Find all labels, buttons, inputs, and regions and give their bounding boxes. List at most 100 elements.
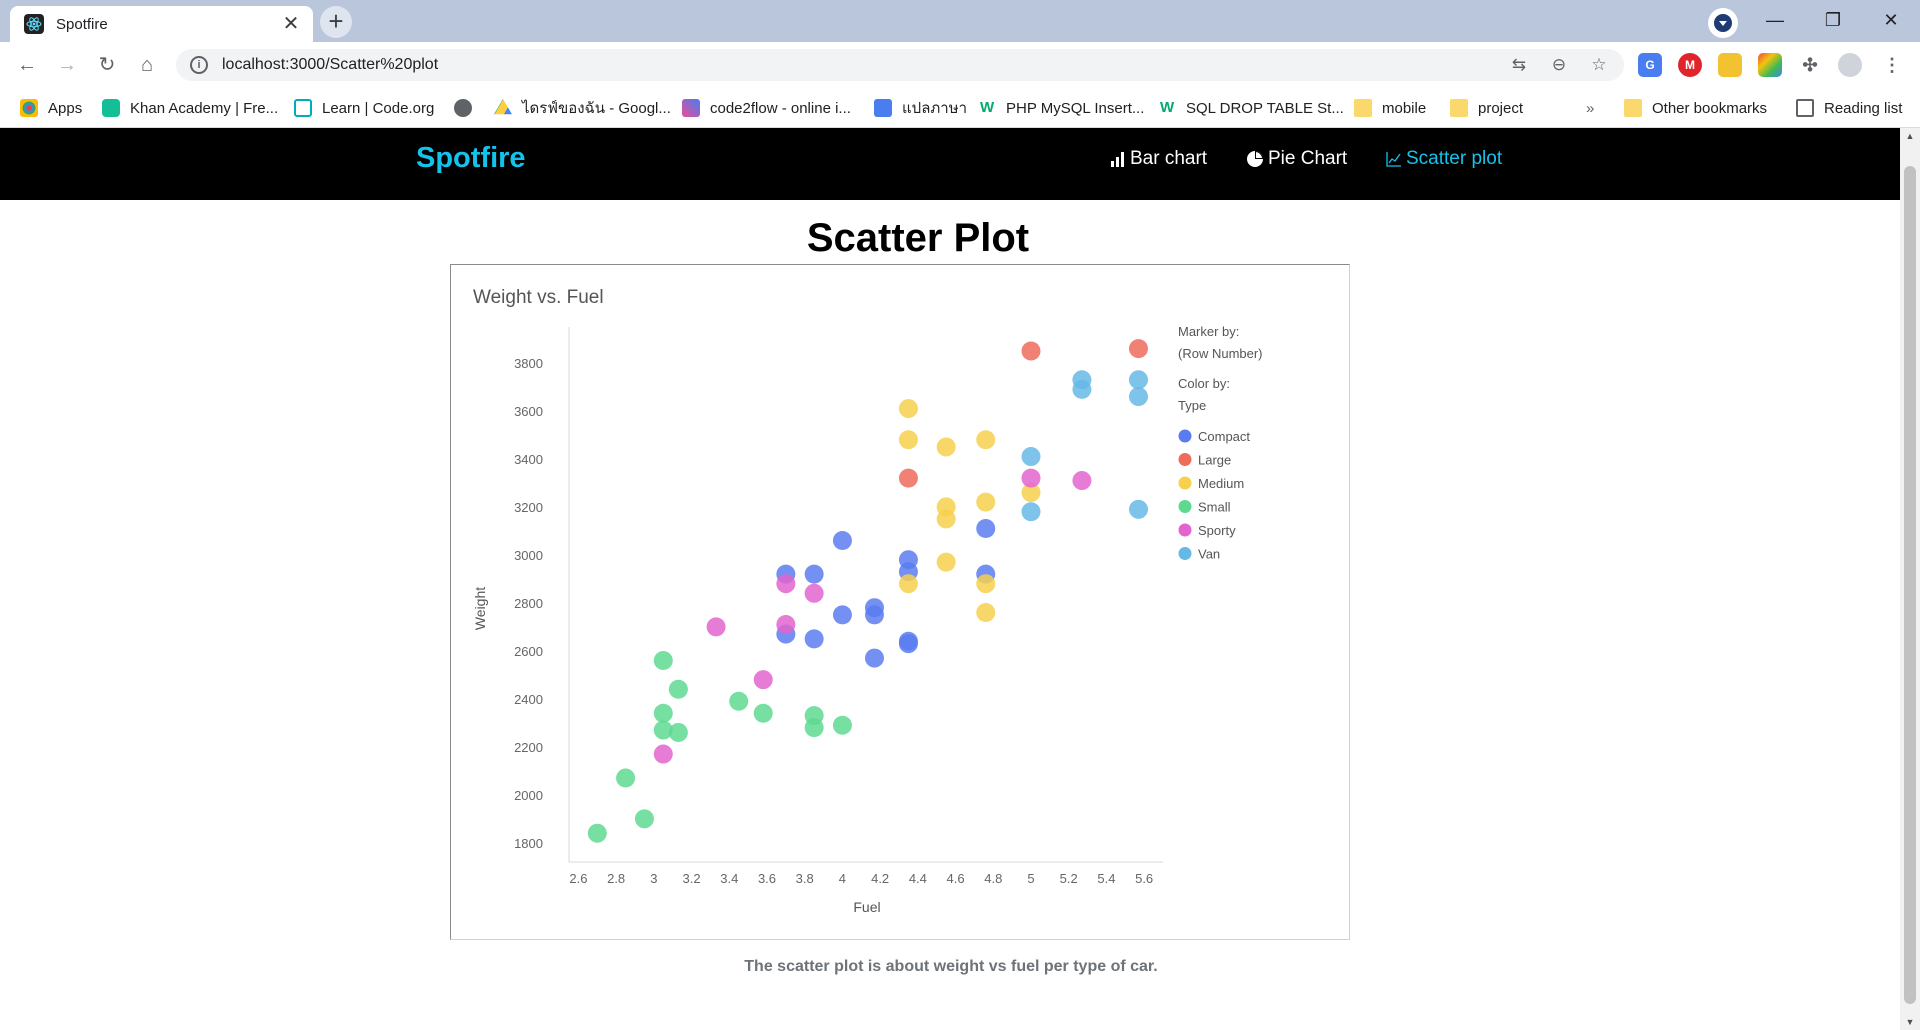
bookmark-other-bookmarks[interactable]: Other bookmarks bbox=[1624, 88, 1767, 128]
reading-list-button[interactable]: Reading list bbox=[1796, 88, 1902, 128]
data-point-compact bbox=[864, 605, 884, 625]
bookmark-globe[interactable] bbox=[454, 88, 482, 128]
reading-list-icon bbox=[1796, 99, 1814, 117]
bookmark-khan-academy[interactable]: Khan Academy | Fre... bbox=[102, 88, 278, 128]
tab-strip: Spotfire ✕ + — ❐ ✕ bbox=[0, 0, 1920, 42]
url-text[interactable]: localhost:3000/Scatter%20plot bbox=[222, 56, 1504, 74]
w3schools-icon: W bbox=[1160, 99, 1175, 116]
close-tab-icon[interactable]: ✕ bbox=[279, 12, 303, 36]
nav-link-pie-chart[interactable]: Pie Chart bbox=[1246, 148, 1347, 170]
folder-icon bbox=[1354, 99, 1372, 117]
new-tab-button[interactable]: + bbox=[320, 6, 352, 38]
data-point-medium bbox=[976, 430, 996, 450]
legend-swatch bbox=[1178, 476, 1192, 490]
legend-swatch bbox=[1178, 429, 1192, 443]
zoom-icon[interactable]: ⊖ bbox=[1544, 55, 1574, 75]
page-scrollbar[interactable]: ▲ ▼ bbox=[1900, 128, 1920, 1030]
bookmark-label: Reading list bbox=[1824, 99, 1903, 117]
menu-kebab-icon[interactable]: ⋮ bbox=[1880, 53, 1904, 77]
data-point-large bbox=[1128, 339, 1148, 359]
data-point-small bbox=[729, 691, 749, 711]
scroll-up-icon[interactable]: ▲ bbox=[1900, 128, 1920, 144]
data-point-van bbox=[1072, 379, 1092, 399]
data-point-van bbox=[1128, 499, 1148, 519]
data-point-medium bbox=[898, 399, 918, 419]
page-viewport: Spotfire Bar chart Pie Chart Scatter plo… bbox=[0, 128, 1900, 1030]
nav-link-scatter-plot[interactable]: Scatter plot bbox=[1386, 148, 1502, 170]
data-point-medium bbox=[936, 552, 956, 572]
x-tick-label: 5 bbox=[1027, 871, 1034, 886]
scroll-thumb[interactable] bbox=[1904, 166, 1916, 1004]
legend-item-label: Sporty bbox=[1198, 523, 1236, 538]
bookmark-php-mysql[interactable]: W PHP MySQL Insert... bbox=[980, 88, 1144, 128]
back-icon[interactable]: ← bbox=[12, 50, 42, 80]
mega-extension-icon[interactable]: M bbox=[1678, 53, 1702, 77]
nav-link-bar-chart[interactable]: Bar chart bbox=[1110, 148, 1207, 170]
zoom-extension-icon[interactable] bbox=[1718, 53, 1742, 77]
bookmark-translate[interactable]: แปลภาษา bbox=[874, 88, 967, 128]
bookmark-sql-drop[interactable]: W SQL DROP TABLE St... bbox=[1160, 88, 1344, 128]
minimize-icon[interactable]: — bbox=[1752, 4, 1798, 36]
brand-logo[interactable]: Spotfire bbox=[416, 142, 526, 175]
tab-title: Spotfire bbox=[56, 15, 108, 33]
color-extension-icon[interactable] bbox=[1758, 53, 1782, 77]
legend-item-label: Compact bbox=[1198, 429, 1250, 444]
extensions-puzzle-icon[interactable]: ✣ bbox=[1798, 53, 1822, 77]
y-tick-label: 2200 bbox=[514, 740, 543, 755]
y-tick-label: 3400 bbox=[514, 452, 543, 467]
x-tick-label: 3.6 bbox=[758, 871, 776, 886]
translate-icon[interactable]: ⇆ bbox=[1504, 55, 1534, 75]
bookmark-label: project bbox=[1478, 99, 1524, 117]
pie-chart-icon bbox=[1247, 151, 1263, 167]
bookmark-label: Apps bbox=[48, 99, 83, 117]
home-icon[interactable]: ⌂ bbox=[132, 50, 162, 80]
restore-icon[interactable]: ❐ bbox=[1810, 4, 1856, 36]
browser-tab[interactable]: Spotfire ✕ bbox=[10, 6, 313, 42]
legend-item-label: Medium bbox=[1198, 476, 1244, 491]
bookmarks-overflow-button[interactable]: » bbox=[1586, 88, 1594, 128]
legend-marker-by-value: (Row Number) bbox=[1178, 346, 1263, 361]
y-tick-label: 2600 bbox=[514, 644, 543, 659]
bookmark-apps[interactable]: Apps bbox=[20, 88, 82, 128]
data-point-small bbox=[587, 823, 607, 843]
forward-icon[interactable]: → bbox=[52, 50, 82, 80]
avatar[interactable] bbox=[1838, 53, 1862, 77]
bookmark-label: mobile bbox=[1382, 99, 1427, 117]
legend-color-by-value: Type bbox=[1178, 398, 1206, 413]
legend-swatch bbox=[1178, 453, 1192, 466]
data-point-sporty bbox=[1021, 468, 1041, 488]
data-point-van bbox=[1021, 502, 1041, 522]
bookmark-label: SQL DROP TABLE St... bbox=[1186, 99, 1344, 117]
y-tick-label: 3800 bbox=[514, 356, 543, 371]
legend-item-label: Small bbox=[1198, 500, 1231, 515]
bookmark-folder-mobile[interactable]: mobile bbox=[1354, 88, 1426, 128]
translate-extension-icon[interactable]: G bbox=[1638, 53, 1662, 77]
data-point-small bbox=[668, 679, 688, 699]
data-point-van bbox=[1128, 387, 1148, 407]
data-point-small bbox=[634, 809, 654, 829]
bookmark-code-org[interactable]: Learn | Code.org bbox=[294, 88, 434, 128]
bookmark-star-icon[interactable]: ☆ bbox=[1584, 55, 1614, 75]
chrome-profile-icon[interactable] bbox=[1708, 8, 1738, 38]
x-tick-label: 2.8 bbox=[607, 871, 625, 886]
bookmark-code2flow[interactable]: code2flow - online i... bbox=[682, 88, 851, 128]
address-bar[interactable]: i localhost:3000/Scatter%20plot ⇆ ⊖ ☆ bbox=[176, 49, 1624, 81]
window-close-icon[interactable]: ✕ bbox=[1868, 4, 1914, 36]
bookmark-folder-project[interactable]: project bbox=[1450, 88, 1523, 128]
reload-icon[interactable]: ↻ bbox=[92, 50, 122, 80]
scroll-down-icon[interactable]: ▼ bbox=[1900, 1014, 1920, 1030]
data-point-large bbox=[1021, 341, 1041, 361]
x-tick-label: 5.4 bbox=[1097, 871, 1115, 886]
y-tick-label: 2400 bbox=[514, 692, 543, 707]
nav-link-label: Bar chart bbox=[1130, 148, 1208, 169]
data-point-sporty bbox=[706, 617, 726, 637]
bookmarks-bar: Apps Khan Academy | Fre... Learn | Code.… bbox=[0, 88, 1920, 128]
bookmark-label: Learn | Code.org bbox=[322, 99, 435, 117]
y-tick-label: 2000 bbox=[514, 788, 543, 803]
scatter-plot: Weight vs. Fuel 1800 2000 2200 2400 2600 2800 3… bbox=[472, 287, 1263, 915]
data-point-compact bbox=[832, 605, 852, 625]
data-point-small bbox=[832, 715, 852, 735]
bookmark-google-drive[interactable]: ไดรฟ์ของฉัน - Googl... bbox=[494, 88, 671, 128]
react-icon bbox=[24, 14, 44, 34]
site-info-icon[interactable]: i bbox=[190, 56, 208, 74]
